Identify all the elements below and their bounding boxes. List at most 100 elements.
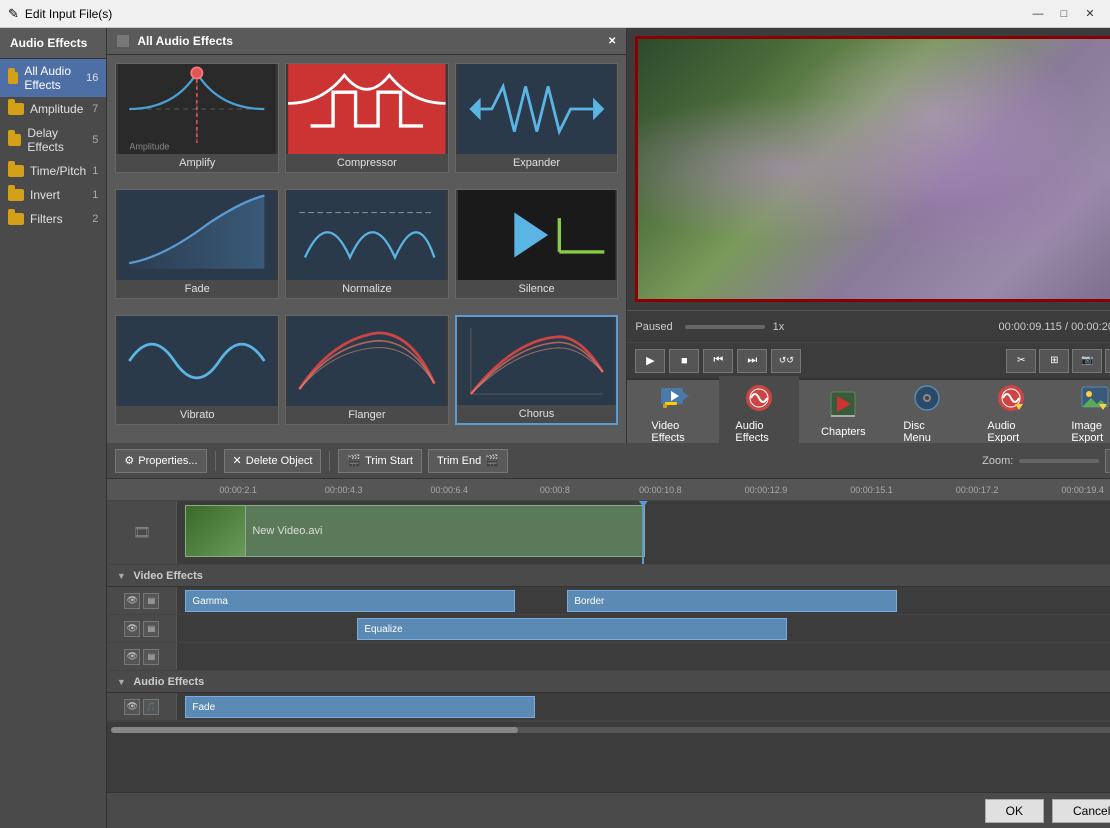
- cut-tool[interactable]: ✂: [1006, 349, 1036, 373]
- video-effects-collapse[interactable]: ▼: [115, 570, 127, 582]
- track-icon-1[interactable]: ▤: [143, 593, 159, 609]
- toolbar-audio-effects[interactable]: Audio Effects: [719, 376, 799, 448]
- folder-icon: [8, 134, 21, 146]
- video-content: [638, 39, 1110, 299]
- copy-tool[interactable]: ⊞: [1039, 349, 1069, 373]
- effect-tile-amplify[interactable]: Amplitude Amplify: [115, 63, 279, 173]
- effect-track-controls-3: 👁 ▤: [107, 643, 177, 670]
- play-button[interactable]: ▶: [635, 349, 665, 373]
- effect-tile-silence[interactable]: Silence: [455, 189, 619, 299]
- sidebar-item-all-audio-effects[interactable]: All Audio Effects 16: [0, 59, 106, 97]
- video-effect-row-3: 👁 ▤: [107, 643, 1110, 671]
- trim-end-icon: 🎬: [485, 454, 499, 467]
- playback-time: 00:00:09.115 / 00:00:20.000: [999, 321, 1110, 333]
- snapshot-tool[interactable]: 📷: [1072, 349, 1102, 373]
- panel-resize-icon: [117, 35, 129, 47]
- item-count: 1: [92, 189, 98, 201]
- eye-button-2[interactable]: 👁: [124, 621, 140, 637]
- toolbar-image-export[interactable]: Image Export: [1055, 376, 1110, 448]
- sidebar-item-label: Amplitude: [30, 102, 83, 116]
- toolbar-video-effects[interactable]: Video Effects: [635, 376, 715, 448]
- sidebar-item-delay-effects[interactable]: Delay Effects 5: [0, 121, 106, 159]
- video-preview: [627, 28, 1110, 310]
- delete-object-button[interactable]: ✕ Delete Object: [224, 449, 322, 473]
- folder-icon: [8, 103, 24, 115]
- loop-button[interactable]: ↺↺: [771, 349, 801, 373]
- trim-end-button[interactable]: Trim End 🎬: [428, 449, 508, 473]
- left-panel-header: Audio Effects: [0, 28, 106, 59]
- ok-button[interactable]: OK: [985, 799, 1044, 823]
- equalize-clip[interactable]: Equalize: [357, 618, 787, 640]
- folder-icon: [8, 213, 24, 225]
- track-icon-3[interactable]: ▤: [143, 649, 159, 665]
- video-frame: [635, 36, 1110, 302]
- toolbar-disc-menu[interactable]: Disc Menu: [887, 376, 967, 448]
- sidebar-item-invert[interactable]: Invert 1: [0, 183, 106, 207]
- close-button[interactable]: ✕: [1078, 4, 1102, 24]
- image-export-icon: [1079, 382, 1110, 414]
- gamma-clip[interactable]: Gamma: [185, 590, 515, 612]
- sidebar-item-filters[interactable]: Filters 2: [0, 207, 106, 231]
- audio-effects-icon-wrap: [741, 380, 777, 416]
- effects-panel: All Audio Effects ✕ Amplitude: [107, 28, 627, 443]
- zoom-slider[interactable]: [1019, 459, 1099, 463]
- ruler-mark-7: 00:00:17.2: [924, 485, 1030, 495]
- effect-tile-expander[interactable]: Expander: [455, 63, 619, 173]
- audio-eye-button[interactable]: 👁: [124, 699, 140, 715]
- video-effects-header: ▼ Video Effects: [107, 565, 1110, 587]
- border-clip[interactable]: Border: [567, 590, 897, 612]
- sidebar-item-amplitude[interactable]: Amplitude 7: [0, 97, 106, 121]
- video-effect-row-2: 👁 ▤ Equalize: [107, 615, 1110, 643]
- folder-icon: [8, 72, 18, 84]
- video-track-icon: 🎞: [133, 524, 151, 541]
- toolbar-chapters[interactable]: Chapters: [803, 382, 883, 442]
- minimize-button[interactable]: —: [1026, 4, 1050, 24]
- fit-zoom-button[interactable]: ⊞: [1105, 449, 1110, 473]
- gear-icon: ⚙: [124, 454, 134, 467]
- prev-button[interactable]: ⏮: [703, 349, 733, 373]
- trim-start-button[interactable]: 🎬 Trim Start: [338, 449, 422, 473]
- eye-button-3[interactable]: 👁: [124, 649, 140, 665]
- volume-tool[interactable]: 🔊: [1105, 349, 1110, 373]
- effect-tile-normalize[interactable]: Normalize: [285, 189, 449, 299]
- horizontal-scrollbar[interactable]: ▶: [107, 721, 1110, 737]
- ruler-marks: 00:00:2.1 00:00:4.3 00:00:6.4 00:00:8 00…: [185, 485, 1110, 495]
- video-track-controls: 🎞: [107, 501, 177, 564]
- stop-button[interactable]: ■: [669, 349, 699, 373]
- panel-close-icon[interactable]: ✕: [608, 36, 616, 47]
- scrollbar-thumb[interactable]: [111, 727, 518, 733]
- audio-effects-collapse[interactable]: ▼: [115, 676, 127, 688]
- properties-button[interactable]: ⚙ Properties...: [115, 449, 206, 473]
- video-track-content: New Video.avi: [177, 501, 1110, 564]
- speed-slider[interactable]: [685, 325, 765, 329]
- top-section: All Audio Effects ✕ Amplitude: [107, 28, 1110, 443]
- item-count: 16: [86, 72, 98, 84]
- fade-clip[interactable]: Fade: [185, 696, 535, 718]
- video-effects-icon: [659, 382, 691, 414]
- effect-tile-fade[interactable]: Fade: [115, 189, 279, 299]
- effect-tile-flanger[interactable]: Flanger: [285, 315, 449, 425]
- fade-icon: [116, 190, 278, 280]
- normalize-icon: [286, 190, 448, 280]
- video-effects-icon-wrap: [657, 380, 693, 416]
- effect-tile-vibrato[interactable]: Vibrato: [115, 315, 279, 425]
- title-bar-controls: — □ ✕: [1026, 4, 1102, 24]
- track-icon-2[interactable]: ▤: [143, 621, 159, 637]
- effect-tile-chorus[interactable]: Chorus: [455, 315, 619, 425]
- maximize-button[interactable]: □: [1052, 4, 1076, 24]
- delete-icon: ✕: [233, 454, 242, 467]
- effects-panel-header: All Audio Effects ✕: [107, 28, 626, 55]
- chorus-icon: [457, 317, 617, 405]
- cancel-button[interactable]: Cancel: [1052, 799, 1110, 823]
- video-clip[interactable]: New Video.avi: [185, 505, 645, 557]
- next-button[interactable]: ⏭: [737, 349, 767, 373]
- ruler-mark-0: 00:00:2.1: [185, 485, 291, 495]
- audio-track-icon[interactable]: 🎵: [143, 699, 159, 715]
- toolbar-chapters-label: Chapters: [821, 426, 866, 438]
- action-bar: ⚙ Properties... ✕ Delete Object 🎬 Trim S…: [107, 443, 1110, 479]
- ruler-mark-8: 00:00:19.4: [1030, 485, 1110, 495]
- toolbar-audio-export[interactable]: Audio Export: [971, 376, 1051, 448]
- sidebar-item-time-pitch[interactable]: Time/Pitch 1: [0, 159, 106, 183]
- effect-tile-compressor[interactable]: Compressor: [285, 63, 449, 173]
- eye-button-1[interactable]: 👁: [124, 593, 140, 609]
